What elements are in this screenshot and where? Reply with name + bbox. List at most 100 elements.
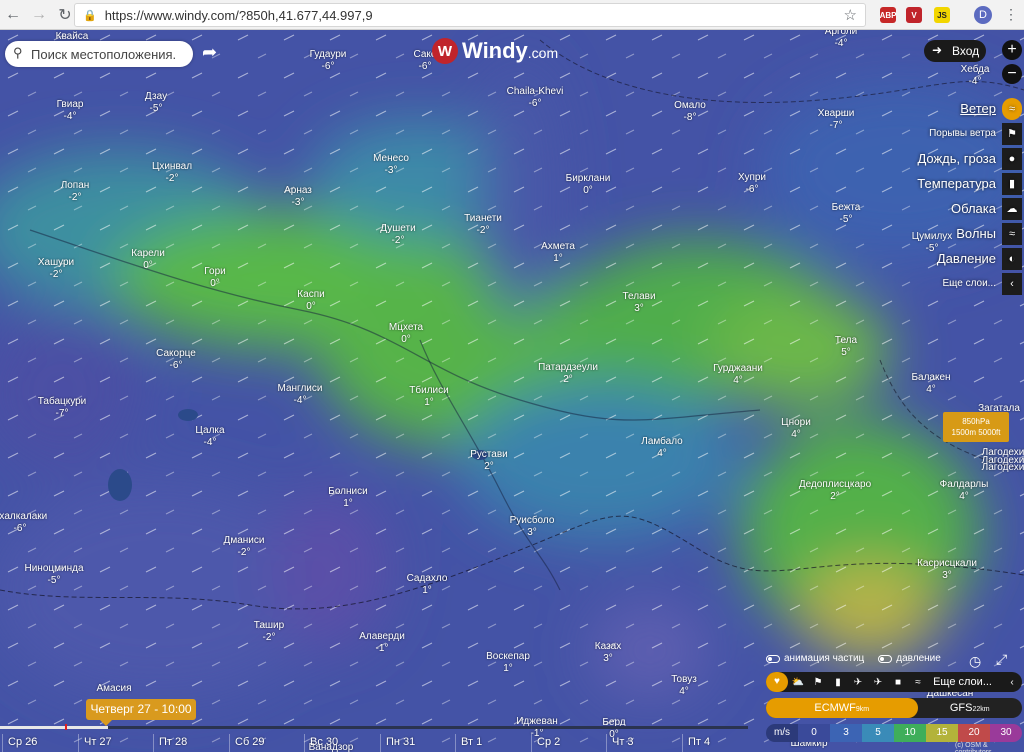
place-label[interactable]: Дзау -5° xyxy=(145,91,167,115)
timeline-day[interactable]: Ср 2 xyxy=(537,736,560,748)
layer-pressure[interactable]: Давление ◐ xyxy=(880,248,1024,273)
place-label[interactable]: Лопан -2° xyxy=(61,180,90,204)
place-label[interactable]: Лагодехи xyxy=(982,462,1024,474)
place-label[interactable]: Рустави 2° xyxy=(470,449,508,473)
layer-waves[interactable]: Волны ≈ xyxy=(880,223,1024,248)
zoom-out-button[interactable]: − xyxy=(1002,64,1022,84)
wind-speed-legend[interactable]: m/s 0 3 5 10 15 20 30 xyxy=(766,724,1022,742)
place-label[interactable]: Сакорце -6° xyxy=(156,348,196,372)
place-label[interactable]: Товуз 4° xyxy=(671,674,697,698)
place-label[interactable]: Алаверди -1° xyxy=(359,631,405,655)
place-label[interactable]: Хашури -2° xyxy=(38,257,74,281)
place-label[interactable]: Омало -8° xyxy=(674,100,706,124)
layer-rain[interactable]: Дождь, гроза ● xyxy=(880,148,1024,173)
current-time-bubble[interactable]: Четверг 27 - 10:00 xyxy=(86,699,196,726)
place-label[interactable]: Тбилиси 1° xyxy=(409,385,448,409)
place-label[interactable]: Душети -2° xyxy=(380,223,415,247)
place-label[interactable]: Садахло 1° xyxy=(407,573,448,597)
place-label[interactable]: Ламбало 4° xyxy=(641,436,682,460)
place-label[interactable]: Арназ -3° xyxy=(284,185,312,209)
place-label[interactable]: Мцхета 0° xyxy=(389,322,423,346)
layer-clouds[interactable]: Облака ☁ xyxy=(880,198,1024,223)
place-label[interactable]: Воскепар 1° xyxy=(486,651,530,675)
place-label[interactable]: Ахмета 1° xyxy=(541,241,575,265)
place-label[interactable]: Chaila-Khevi -6° xyxy=(507,86,564,110)
search-input[interactable]: ⚲ Поиск местоположения. xyxy=(5,41,193,67)
place-label[interactable]: Ахалкалаки-6° xyxy=(0,511,47,535)
clock-icon[interactable]: ◷ xyxy=(969,653,981,670)
place-label[interactable]: Болниси 1° xyxy=(328,486,367,510)
place-label[interactable]: Амасия xyxy=(96,683,131,695)
browser-menu-icon[interactable]: ⋮ xyxy=(1004,6,1018,23)
place-label[interactable]: Каспи 0° xyxy=(297,289,324,313)
timeline-day[interactable]: Вт 1 xyxy=(461,736,482,748)
place-label[interactable]: Гудаури -6° xyxy=(310,49,347,73)
airplane-icon[interactable]: ✈ xyxy=(848,677,868,688)
place-label[interactable]: Бирклани 0° xyxy=(566,173,611,197)
place-label[interactable]: Казах 3° xyxy=(595,641,621,665)
thermometer-icon[interactable]: ▮ xyxy=(828,677,848,688)
place-label[interactable]: Гвиар -4° xyxy=(57,99,84,123)
layer-more[interactable]: Еще слои... ‹ xyxy=(880,273,1024,298)
zoom-in-button[interactable]: + xyxy=(1002,40,1022,60)
place-label[interactable]: Патардзеули 2° xyxy=(538,362,598,386)
adblock-extension-icon[interactable]: ABP xyxy=(880,7,896,23)
timeline-day[interactable]: Чт 27 xyxy=(84,736,112,748)
place-label[interactable]: Балакен 4° xyxy=(911,372,950,396)
place-label[interactable]: Дманиси -2° xyxy=(224,535,265,559)
timeline-track[interactable] xyxy=(0,726,748,729)
place-label[interactable]: Тианети -2° xyxy=(464,213,502,237)
windy-logo[interactable]: W Windy .com xyxy=(432,38,558,64)
sun-cloud-icon[interactable]: ⛅ xyxy=(788,677,808,688)
place-label[interactable]: Гурджаани 4° xyxy=(713,363,763,387)
login-button[interactable]: ➜ Вход xyxy=(924,40,986,62)
timeline-day[interactable]: Пн 31 xyxy=(386,736,415,748)
airplane-icon[interactable]: ✈ xyxy=(868,677,888,688)
flag-icon[interactable]: ⚑ xyxy=(808,677,828,688)
place-label[interactable]: Цнори 4° xyxy=(781,417,811,441)
place-label[interactable]: Хебда -4° xyxy=(961,64,990,88)
timeline-day[interactable]: Пт 28 xyxy=(159,736,187,748)
model-ecmwf[interactable]: ECMWF9km xyxy=(766,698,918,718)
place-label[interactable]: Руисболо 3° xyxy=(510,515,555,539)
place-label[interactable]: Телави 3° xyxy=(622,291,655,315)
place-label[interactable]: Хварши -7° xyxy=(818,108,855,132)
place-label[interactable]: Ниноцминда -5° xyxy=(25,563,84,587)
timeline-days[interactable]: Ср 26 Чт 27 Пт 28 Сб 29 Вс 30 Пн 31 Вт 1 Ср 2 Чт… xyxy=(0,734,760,752)
timeline-day[interactable]: Ср 26 xyxy=(8,736,37,748)
place-label[interactable]: Табацкури -7° xyxy=(38,396,87,420)
place-label[interactable]: Тела 5° xyxy=(835,335,857,359)
place-label[interactable]: Фалдарлы 4° xyxy=(940,479,989,503)
forward-icon[interactable]: → xyxy=(26,2,52,28)
more-layers-button[interactable]: Еще слои... xyxy=(933,676,1002,688)
address-bar[interactable]: 🔒 https://www.windy.com/?850h,41.677,44.… xyxy=(74,3,866,27)
place-label[interactable]: Цалка -4° xyxy=(195,425,224,449)
pressure-toggle[interactable]: давление xyxy=(878,653,941,664)
particles-toggle[interactable]: анимация частиц xyxy=(766,653,864,664)
bookmark-star-icon[interactable]: ☆ xyxy=(844,6,857,24)
timeline-day[interactable]: Пт 4 xyxy=(688,736,710,748)
heart-icon[interactable]: ♥ xyxy=(766,672,788,692)
timeline-day[interactable]: Сб 29 xyxy=(235,736,265,748)
place-label[interactable]: Арголи -4° xyxy=(825,30,857,50)
place-label[interactable]: Цхинвал -2° xyxy=(152,161,192,185)
altitude-level-badge[interactable]: 850hPa 1500m 5000ft xyxy=(943,412,1009,442)
place-label[interactable]: Менесо -3° xyxy=(373,153,409,177)
place-label[interactable]: Гори 0° xyxy=(204,266,225,290)
layer-temperature[interactable]: Температура ▮ xyxy=(880,173,1024,198)
place-label[interactable]: Ташир -2° xyxy=(254,620,284,644)
profile-avatar[interactable]: D xyxy=(974,6,992,24)
place-label[interactable]: Бежта -5° xyxy=(832,202,861,226)
share-icon[interactable]: ➦ xyxy=(202,42,226,64)
wind-icon[interactable]: ≈ xyxy=(908,677,928,688)
camera-icon[interactable]: ■ xyxy=(888,677,908,688)
weather-map[interactable]: Квайса Гудаури -6° Саке -6° Арголи -4° Хебда -4°… xyxy=(0,30,1024,752)
timeline-day[interactable]: Вс 30 xyxy=(310,736,338,748)
place-label[interactable]: Дедоплисцкаро 2° xyxy=(799,479,871,503)
model-gfs[interactable]: GFS22km xyxy=(918,698,1022,718)
layer-gusts[interactable]: Порывы ветра ⚑ xyxy=(880,123,1024,148)
place-label[interactable]: Касрисцкали 3° xyxy=(917,558,977,582)
timeline-day[interactable]: Чт 3 xyxy=(612,736,634,748)
back-icon[interactable]: ← xyxy=(0,2,26,28)
fullscreen-icon[interactable]: ⤢ xyxy=(996,651,1007,668)
